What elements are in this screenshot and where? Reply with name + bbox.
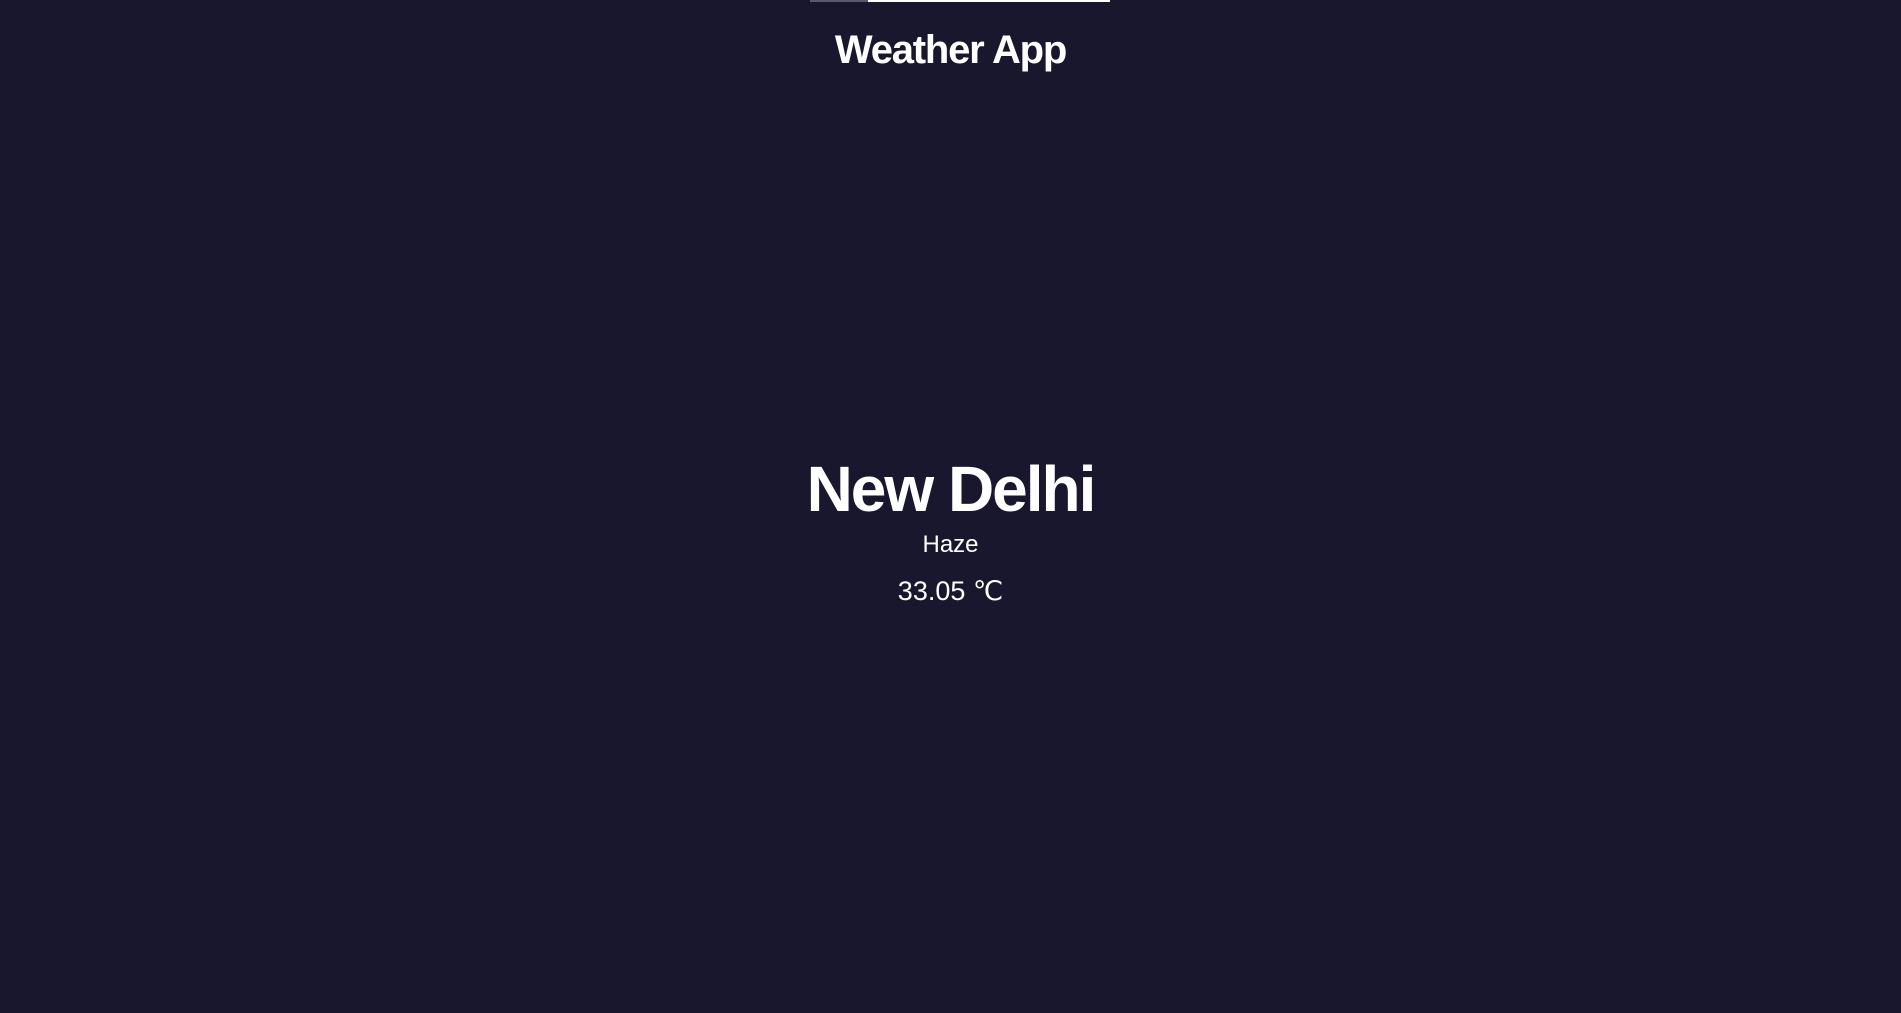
app-title: Weather App [834, 28, 1067, 72]
city-name: New Delhi [806, 453, 1097, 525]
search-input[interactable] [810, 0, 1110, 2]
temperature-value: 33.05 ℃ [897, 576, 1004, 606]
search-input-left-edge [810, 0, 868, 2]
search-input-field[interactable] [868, 0, 1110, 2]
weather-condition: Haze [922, 531, 979, 558]
weather-card: New Delhi Haze 33.05 ℃ [0, 448, 1901, 608]
weather-app-page: Weather App New Delhi Haze 33.05 ℃ [0, 0, 1901, 1013]
